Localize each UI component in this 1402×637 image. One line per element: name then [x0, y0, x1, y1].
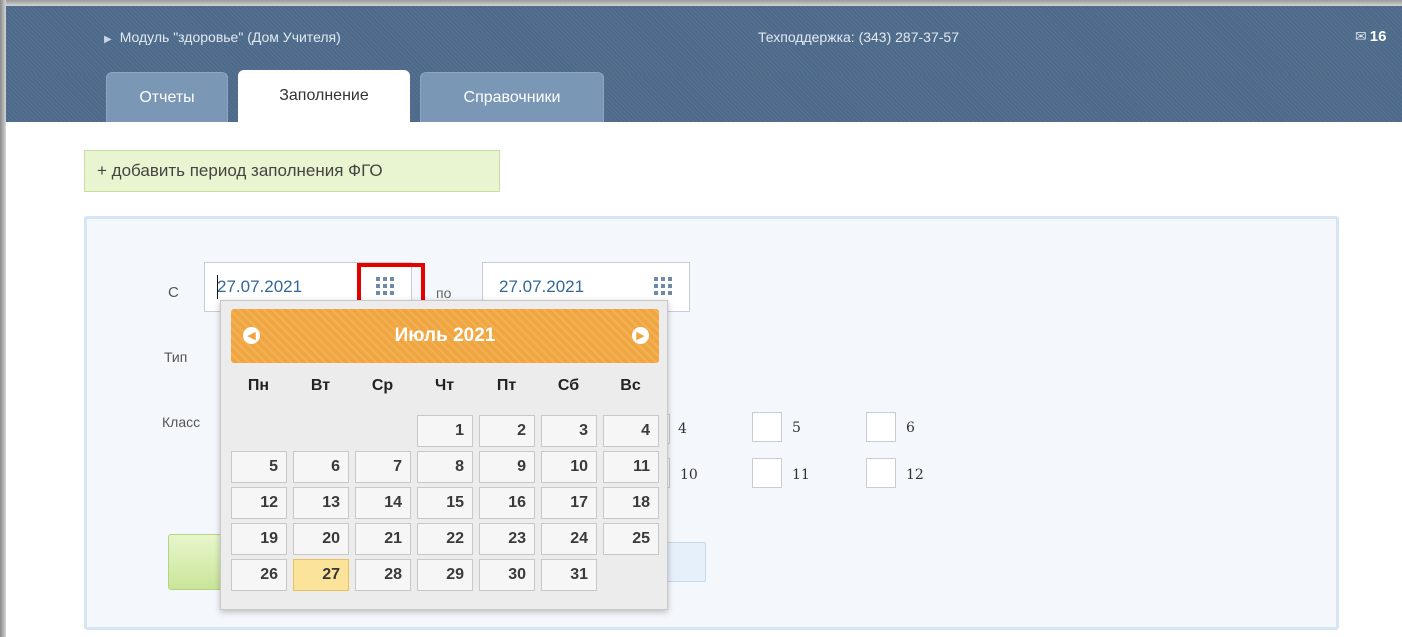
- calendar-icon[interactable]: [651, 274, 675, 298]
- calendar-day-22[interactable]: 22: [417, 523, 473, 555]
- to-label: по: [436, 285, 452, 301]
- envelope-icon: ✉: [1355, 28, 1367, 44]
- datepicker-popup: Июль 2021 ◀ ▶ Пн Вт Ср Чт Пт Сб Вс 12345…: [220, 300, 668, 610]
- calendar-day-5[interactable]: 5: [231, 451, 287, 483]
- text-cursor: [217, 275, 218, 299]
- calendar-day-27[interactable]: 27: [293, 559, 349, 591]
- weekday-label: Пт: [496, 377, 517, 394]
- calendar-day-11[interactable]: 11: [603, 451, 659, 483]
- weekday-label: Ср: [371, 377, 394, 394]
- calendar-day-9[interactable]: 9: [479, 451, 535, 483]
- calendar-day-16[interactable]: 16: [479, 487, 535, 519]
- calendar-day-10[interactable]: 10: [541, 451, 597, 483]
- class-checkbox-label: 12: [906, 467, 924, 483]
- mail-count: 16: [1369, 28, 1387, 45]
- datepicker-month-title: Июль 2021: [394, 325, 496, 346]
- class-checkbox-label: 4: [678, 421, 687, 437]
- calendar-day-17[interactable]: 17: [541, 487, 597, 519]
- calendar-day-31[interactable]: 31: [541, 559, 597, 591]
- calendar-day-24[interactable]: 24: [541, 523, 597, 555]
- calendar-day-21[interactable]: 21: [355, 523, 411, 555]
- tab-references[interactable]: Справочники: [420, 72, 604, 122]
- calendar-day-14[interactable]: 14: [355, 487, 411, 519]
- calendar-day-8[interactable]: 8: [417, 451, 473, 483]
- datepicker-header: Июль 2021 ◀ ▶: [231, 309, 659, 363]
- calendar-day-7[interactable]: 7: [355, 451, 411, 483]
- class-checkbox-6[interactable]: [866, 412, 896, 442]
- calendar-day-3[interactable]: 3: [541, 415, 597, 447]
- class-label: Класс: [162, 414, 201, 430]
- class-checkbox-11[interactable]: [752, 458, 782, 488]
- tab-filling[interactable]: Заполнение: [238, 70, 410, 122]
- type-label: Тип: [164, 349, 188, 365]
- calendar-day-23[interactable]: 23: [479, 523, 535, 555]
- class-checkbox-label: 10: [680, 467, 698, 483]
- calendar-day-19[interactable]: 19: [231, 523, 287, 555]
- calendar-day-2[interactable]: 2: [479, 415, 535, 447]
- calendar-day-6[interactable]: 6: [293, 451, 349, 483]
- calendar-day-28[interactable]: 28: [355, 559, 411, 591]
- calendar-day-25[interactable]: 25: [603, 523, 659, 555]
- calendar-day-20[interactable]: 20: [293, 523, 349, 555]
- class-checkbox-label: 11: [792, 467, 810, 483]
- page-frame: ▶ Модуль "здоровье" (Дом Учителя) Техподд…: [0, 0, 1402, 637]
- class-checkbox-5[interactable]: [752, 412, 782, 442]
- tab-reports[interactable]: Отчеты: [106, 72, 228, 122]
- triangle-right-icon: ▶: [104, 34, 112, 45]
- to-date-value: 27.07.2021: [499, 277, 585, 296]
- module-title-text: Модуль "здоровье" (Дом Учителя): [119, 29, 341, 45]
- support-phone: Техподдержка: (343) 287-37-57: [758, 29, 959, 45]
- class-checkbox-label: 5: [792, 420, 801, 436]
- module-title[interactable]: ▶ Модуль "здоровье" (Дом Учителя): [104, 29, 341, 45]
- calendar-day-29[interactable]: 29: [417, 559, 473, 591]
- datepicker-weekdays: Пн Вт Ср Чт Пт Сб Вс: [231, 377, 659, 401]
- weekday-label: Вс: [620, 377, 641, 394]
- calendar-day-18[interactable]: 18: [603, 487, 659, 519]
- class-checkbox-label: 6: [906, 420, 915, 436]
- weekday-label: Чт: [434, 377, 455, 394]
- add-period-button[interactable]: + добавить период заполнения ФГО: [84, 150, 500, 192]
- calendar-day-4[interactable]: 4: [603, 415, 659, 447]
- calendar-day-15[interactable]: 15: [417, 487, 473, 519]
- weekday-label: Пн: [247, 377, 270, 394]
- from-label: С: [168, 284, 179, 301]
- from-date-value: 27.07.2021: [217, 277, 303, 296]
- chevron-right-icon[interactable]: ▶: [632, 327, 649, 344]
- weekday-label: Вт: [310, 377, 331, 394]
- weekday-label: Сб: [557, 377, 580, 394]
- calendar-day-13[interactable]: 13: [293, 487, 349, 519]
- calendar-day-1[interactable]: 1: [417, 415, 473, 447]
- chevron-left-icon[interactable]: ◀: [243, 327, 260, 344]
- calendar-day-26[interactable]: 26: [231, 559, 287, 591]
- mail-counter[interactable]: ✉ 16: [1355, 28, 1386, 45]
- class-checkbox-12[interactable]: [866, 458, 896, 488]
- calendar-day-12[interactable]: 12: [231, 487, 287, 519]
- calendar-day-30[interactable]: 30: [479, 559, 535, 591]
